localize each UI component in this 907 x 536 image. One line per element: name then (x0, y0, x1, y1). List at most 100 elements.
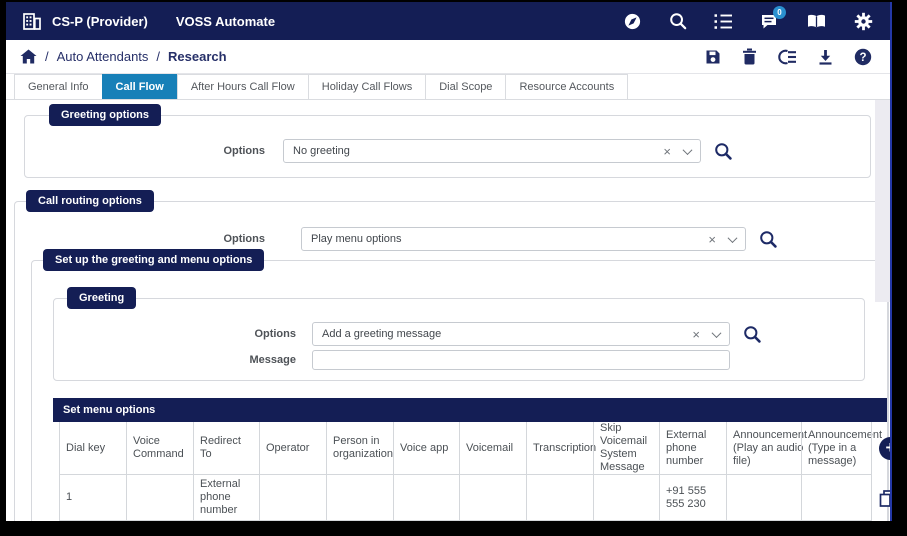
chevron-down-icon[interactable] (682, 144, 693, 155)
documentation-book-icon[interactable] (806, 13, 827, 30)
chevron-down-icon[interactable] (711, 327, 722, 338)
brand: CS-P (Provider) (23, 12, 148, 30)
breadcrumb-item-current: Research (168, 49, 227, 64)
notifications-chat-icon[interactable]: 0 (760, 6, 786, 30)
selected-value: Add a greeting message (322, 328, 442, 340)
call-routing-field: Options Play menu options × (15, 227, 888, 251)
cell-voicemail (459, 475, 526, 521)
tab-after-hours-call-flow[interactable]: After Hours Call Flow (176, 74, 308, 99)
tab-content: Greeting options Options No greeting × C… (6, 100, 890, 521)
call-routing-options-panel: Call routing options Options Play menu o… (14, 190, 890, 521)
cell-external-phone-number: +91 555 555 230 (659, 475, 726, 521)
set-menu-options-section: Set menu options Dial key Voice Command … (53, 398, 890, 521)
greeting-options-field: Options No greeting × (25, 139, 870, 163)
search-icon[interactable] (669, 12, 687, 30)
column-header-voice-command: Voice Command (126, 422, 193, 475)
breadcrumb-item-auto-attendants[interactable]: Auto Attendants (57, 49, 149, 64)
greeting-message-select[interactable]: Add a greeting message × (312, 322, 730, 346)
lookup-search-icon[interactable] (759, 230, 777, 248)
clone-actions-icon[interactable] (778, 49, 797, 65)
setup-panel-title: Set up the greeting and menu options (43, 249, 265, 271)
table-row: 1 External phone number +91 555 555 230 (59, 475, 890, 521)
call-routing-options-title: Call routing options (26, 190, 154, 212)
tab-call-flow[interactable]: Call Flow (101, 74, 177, 99)
message-input[interactable] (312, 350, 730, 370)
column-header-dial-key: Dial key (59, 422, 126, 475)
greeting-options-panel: Greeting options Options No greeting × (24, 104, 871, 178)
app-window: CS-P (Provider) VOSS Automate 0 / Auto A… (6, 2, 892, 521)
cell-operator (259, 475, 326, 521)
breadcrumb-separator: / (156, 49, 161, 64)
tab-dial-scope[interactable]: Dial Scope (425, 74, 506, 99)
export-download-icon[interactable] (818, 49, 833, 65)
set-menu-options-title: Set menu options (53, 398, 887, 422)
cell-skip-voicemail-system-message (593, 475, 659, 521)
selected-value: Play menu options (311, 233, 402, 245)
cell-voice-app (393, 475, 459, 521)
explore-compass-icon[interactable] (623, 12, 642, 31)
lookup-search-icon[interactable] (743, 325, 761, 343)
save-icon[interactable] (705, 49, 721, 65)
organization-building-icon (23, 12, 41, 30)
tab-holiday-call-flows[interactable]: Holiday Call Flows (307, 74, 426, 99)
svg-text:?: ? (859, 52, 866, 64)
column-header-person-in-organization: Person in organization (326, 422, 393, 475)
notification-count-badge: 0 (773, 6, 786, 19)
column-header-redirect-to: Redirect To (193, 422, 259, 475)
home-icon[interactable] (20, 49, 37, 64)
greeting-options-title: Greeting options (49, 104, 161, 126)
column-header-voice-app: Voice app (393, 422, 459, 475)
copy-row-icon[interactable] (879, 489, 890, 507)
chevron-down-icon[interactable] (727, 232, 738, 243)
add-row-button[interactable]: + (879, 437, 890, 460)
message-label: Message (249, 354, 296, 366)
breadcrumb-bar: / Auto Attendants / Research ? (6, 40, 890, 74)
record-actions: ? (705, 48, 876, 66)
help-icon[interactable]: ? (854, 48, 872, 66)
cell-person-in-organization (326, 475, 393, 521)
call-routing-select[interactable]: Play menu options × (301, 227, 746, 251)
clear-selection-icon[interactable]: × (663, 145, 671, 158)
tab-general-info[interactable]: General Info (14, 74, 102, 99)
table-header-actions: + (871, 422, 890, 475)
top-app-bar: CS-P (Provider) VOSS Automate 0 (6, 2, 890, 40)
options-label: Options (223, 233, 265, 245)
cell-announcement-message (801, 475, 871, 521)
app-title: VOSS Automate (175, 13, 276, 29)
cell-dial-key: 1 (59, 475, 126, 521)
org-selector[interactable]: CS-P (Provider) (52, 14, 148, 29)
greeting-options-field: Options Add a greeting message × (54, 322, 864, 346)
column-header-external-phone-number: External phone number (659, 422, 726, 475)
clear-selection-icon[interactable]: × (692, 328, 700, 341)
column-header-operator: Operator (259, 422, 326, 475)
plus-icon: + (886, 439, 890, 456)
setup-greeting-menu-panel: Set up the greeting and menu options Gre… (31, 249, 890, 521)
settings-gear-icon[interactable] (854, 12, 873, 31)
cell-redirect-to: External phone number (193, 475, 259, 521)
screenshot-frame: CS-P (Provider) VOSS Automate 0 / Auto A… (0, 0, 907, 536)
column-header-announcement-message: Announcement (Type in a message) (801, 422, 882, 475)
cell-transcription (526, 475, 593, 521)
column-header-announcement-audio: Announcement (Play an audio file) (726, 422, 807, 475)
cell-announcement-audio (726, 475, 801, 521)
greeting-title: Greeting (67, 287, 137, 309)
vertical-scrollbar[interactable] (875, 100, 890, 302)
tab-strip: General Info Call Flow After Hours Call … (6, 74, 890, 100)
column-header-voicemail: Voicemail (459, 422, 526, 475)
menu-options-table: Dial key Voice Command Redirect To Opera… (59, 422, 890, 521)
selected-value: No greeting (293, 145, 350, 157)
greeting-message-field: Message (54, 350, 864, 370)
column-header-skip-voicemail-system-message: Skip Voicemail System Message (593, 422, 659, 475)
clear-selection-icon[interactable]: × (708, 233, 716, 246)
breadcrumb-separator: / (45, 49, 49, 64)
options-label: Options (223, 145, 265, 157)
task-list-icon[interactable] (714, 13, 733, 30)
breadcrumb: / Auto Attendants / Research (20, 49, 227, 64)
delete-trash-icon[interactable] (742, 48, 757, 65)
greeting-options-select[interactable]: No greeting × (283, 139, 701, 163)
cell-voice-command (126, 475, 193, 521)
greeting-panel: Greeting Options Add a greeting message … (53, 287, 865, 381)
tab-resource-accounts[interactable]: Resource Accounts (505, 74, 629, 99)
options-label: Options (254, 328, 296, 340)
lookup-search-icon[interactable] (714, 142, 732, 160)
